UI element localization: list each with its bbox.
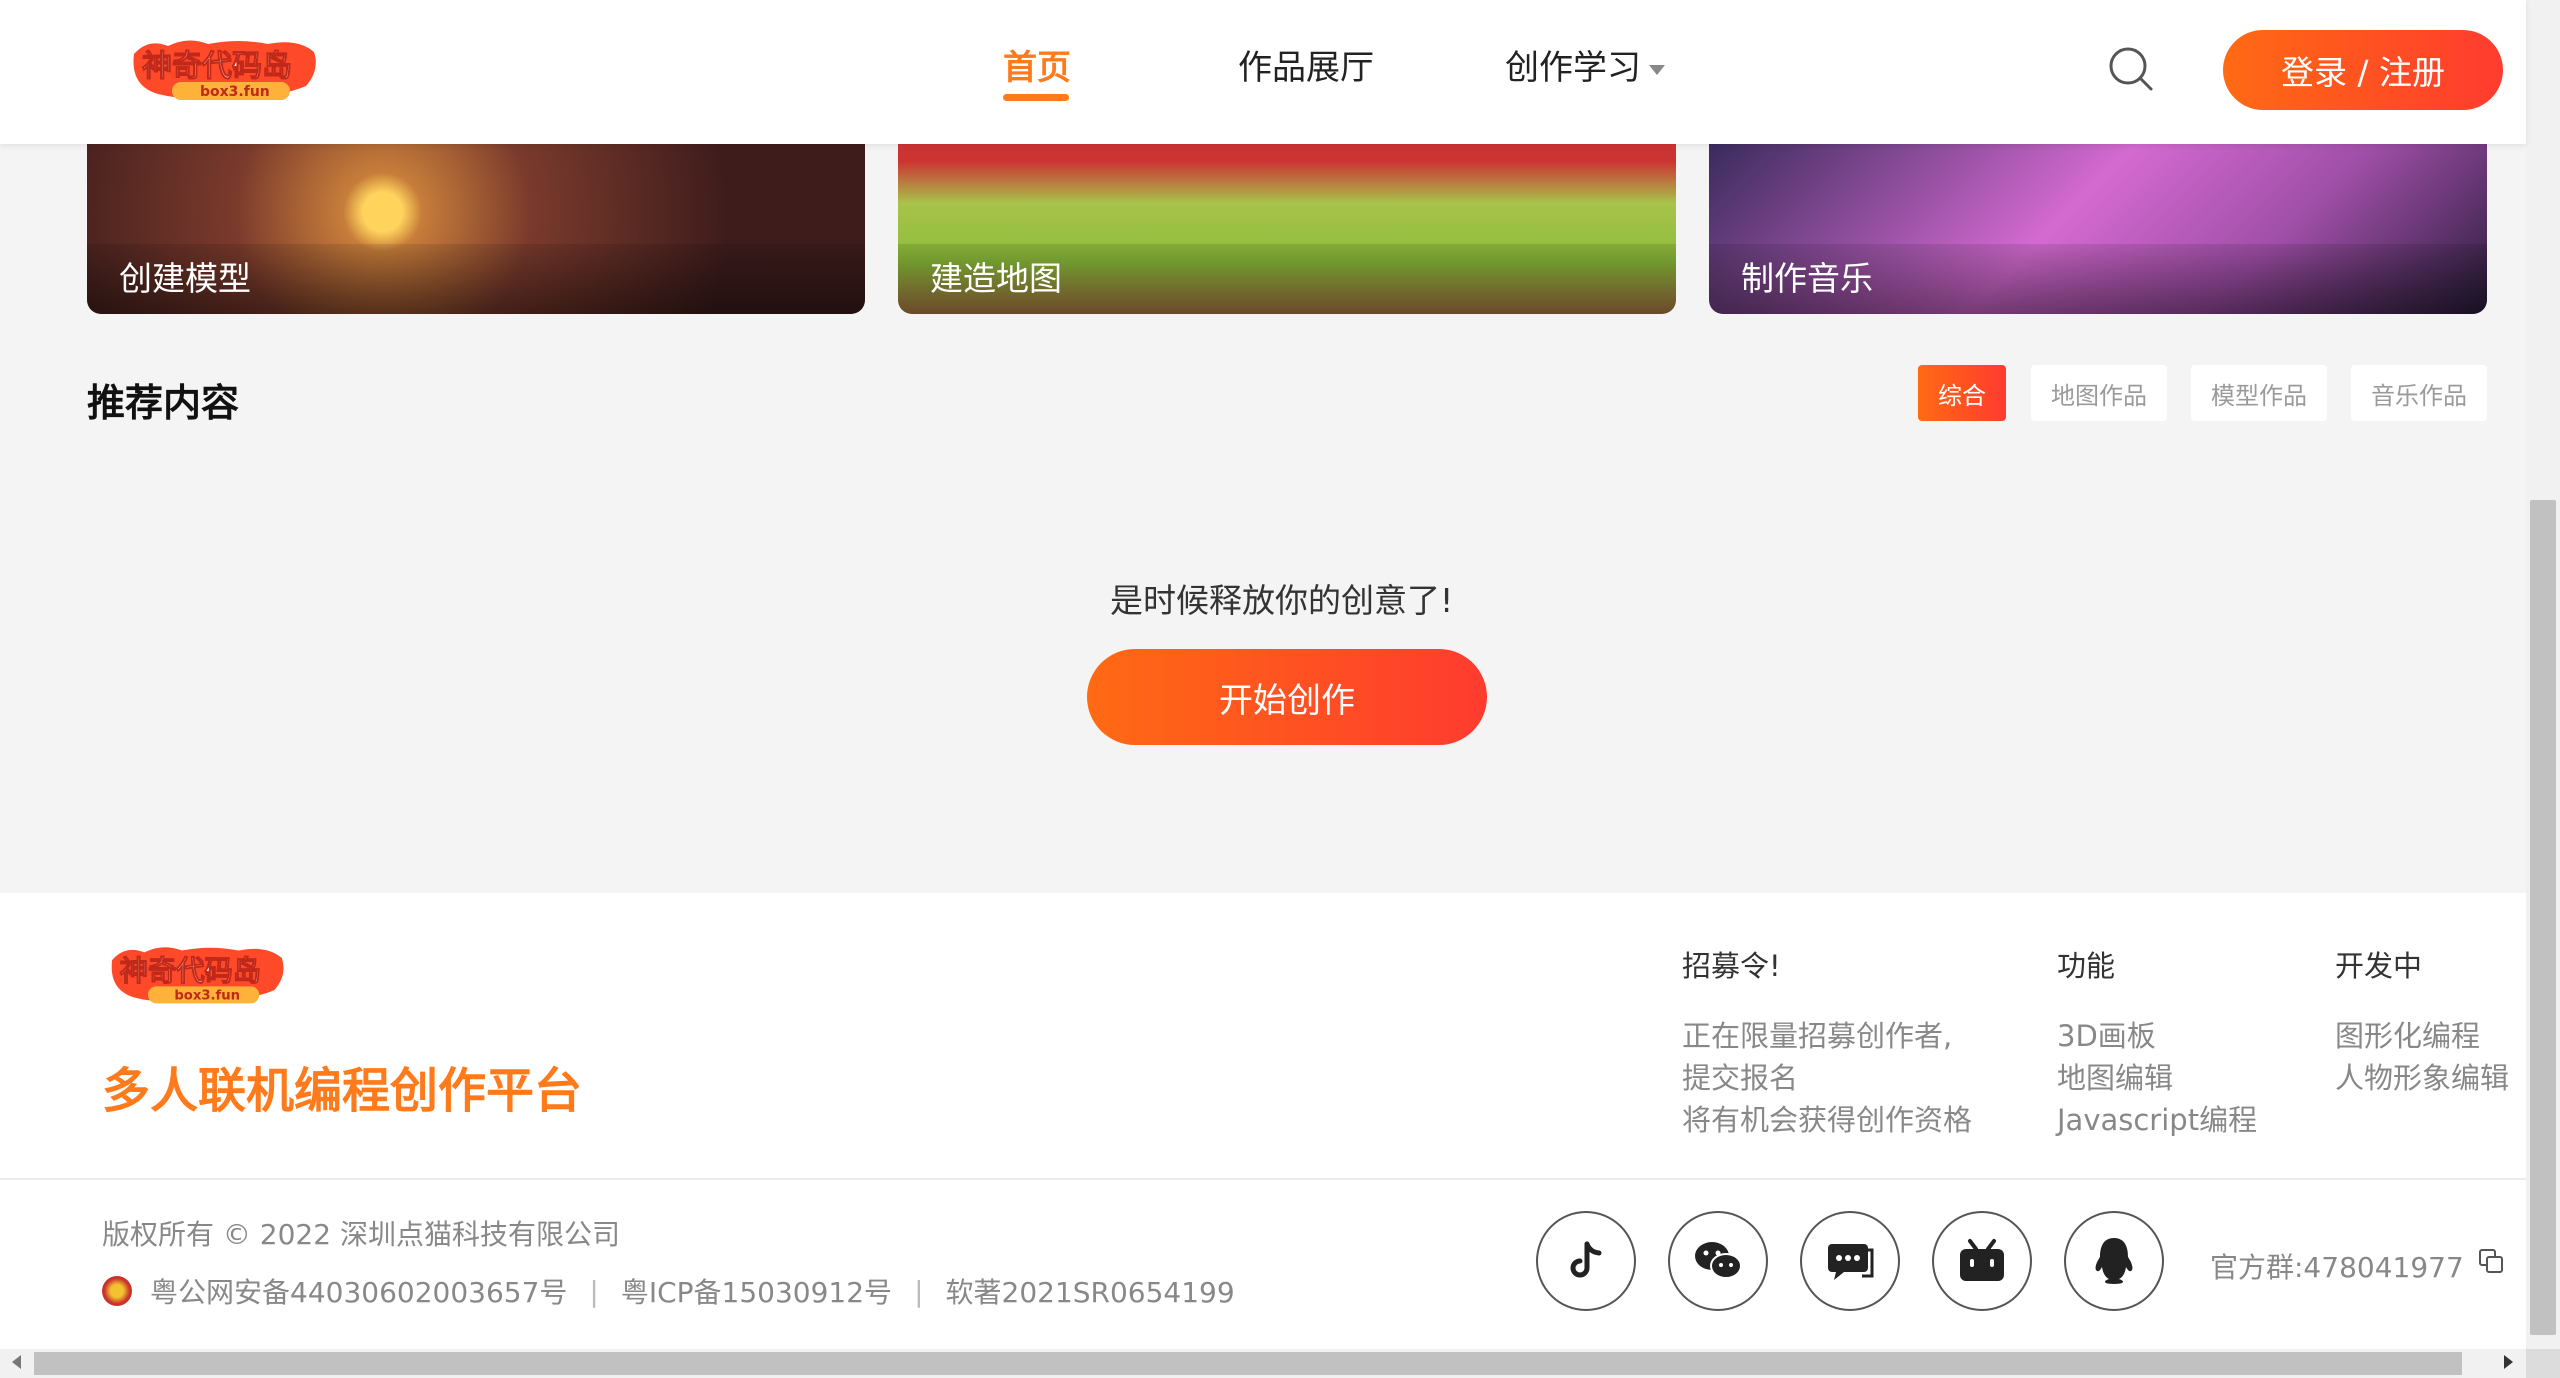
footer-col-features: 功能 3D画板 地图编辑 Javascript编程 <box>2057 943 2257 1141</box>
start-creating-button[interactable]: 开始创作 <box>1087 649 1487 745</box>
empty-state-text: 是时候释放你的创意了! <box>1110 581 1454 620</box>
footer-link[interactable]: 图形化编程 <box>2335 1015 2509 1057</box>
chevron-down-icon <box>1649 64 1665 75</box>
footer-link[interactable]: 将有机会获得创作资格 <box>1682 1099 1972 1141</box>
footer-col-title: 开发中 <box>2335 949 2423 983</box>
horizontal-scrollbar-thumb[interactable] <box>34 1352 2462 1375</box>
svg-text:神奇代码岛: 神奇代码岛 <box>142 49 292 84</box>
tiktok-icon[interactable] <box>1536 1211 1636 1311</box>
search-icon[interactable] <box>2106 44 2156 94</box>
nav-learning[interactable]: 创作学习 <box>1505 40 1665 89</box>
card-build-map[interactable]: 建造地图 <box>898 144 1676 314</box>
tab-map-works[interactable]: 地图作品 <box>2031 365 2167 421</box>
footer-link[interactable]: Javascript编程 <box>2057 1099 2257 1141</box>
site-logo[interactable]: 神奇代码岛 box3.fun <box>128 36 320 106</box>
copyright-text: 版权所有 © 2022 深圳点猫科技有限公司 <box>102 1218 620 1251</box>
qq-icon[interactable] <box>2064 1211 2164 1311</box>
card-caption: 建造地图 <box>898 244 1676 314</box>
separator: | <box>589 1274 599 1308</box>
footer-link[interactable]: 地图编辑 <box>2057 1057 2257 1099</box>
feature-cards: 创建模型 建造地图 制作音乐 <box>87 144 2487 314</box>
card-label: 建造地图 <box>930 259 1062 298</box>
separator: | <box>914 1274 924 1308</box>
scroll-right-arrow-icon[interactable] <box>2504 1355 2513 1369</box>
tab-model-works[interactable]: 模型作品 <box>2191 365 2327 421</box>
top-navbar: 神奇代码岛 box3.fun 首页 作品展厅 创作学习 登录 / 注册 <box>0 0 2526 144</box>
nav-gallery[interactable]: 作品展厅 <box>1238 40 1374 89</box>
footer-link[interactable]: 正在限量招募创作者, <box>1682 1015 1972 1057</box>
tab-music-works[interactable]: 音乐作品 <box>2351 365 2487 421</box>
nav-active-indicator <box>1003 94 1069 101</box>
record-software: 软著2021SR0654199 <box>945 1276 1235 1309</box>
records-bar: 粤公网安备44030602003657号 | 粤ICP备15030912号 | … <box>102 1271 1235 1311</box>
card-caption: 创建模型 <box>87 244 865 314</box>
scrollbar-corner <box>2526 1349 2560 1378</box>
footer-col-title: 功能 <box>2057 949 2116 983</box>
footer-link[interactable]: 人物形象编辑 <box>2335 1057 2509 1099</box>
svg-text:神奇代码岛: 神奇代码岛 <box>120 955 261 988</box>
footer-col-title: 招募令! <box>1682 949 1781 983</box>
record-public-security[interactable]: 粤公网安备44030602003657号 <box>150 1271 567 1311</box>
police-badge-icon <box>102 1276 132 1306</box>
svg-text:box3.fun: box3.fun <box>174 989 240 1004</box>
wechat-icon[interactable] <box>1668 1211 1768 1311</box>
footer-link[interactable]: 3D画板 <box>2057 1015 2257 1057</box>
footer-slogan: 多人联机编程创作平台 <box>102 1063 583 1119</box>
login-register-button[interactable]: 登录 / 注册 <box>2223 30 2503 110</box>
card-create-model[interactable]: 创建模型 <box>87 144 865 314</box>
footer: 神奇代码岛 box3.fun 多人联机编程创作平台 招募令! 正在限量招募创作者… <box>0 893 2526 1349</box>
footer-col-recruit: 招募令! 正在限量招募创作者, 提交报名 将有机会获得创作资格 <box>1682 943 1972 1141</box>
bilibili-icon[interactable] <box>1932 1211 2032 1311</box>
record-icp[interactable]: 粤ICP备15030912号 <box>621 1271 892 1311</box>
tab-all[interactable]: 综合 <box>1918 365 2006 421</box>
svg-text:box3.fun: box3.fun <box>200 84 270 100</box>
card-label: 制作音乐 <box>1741 259 1873 298</box>
nav-home[interactable]: 首页 <box>1003 40 1071 89</box>
footer-divider <box>0 1178 2526 1180</box>
section-title: 推荐内容 <box>87 381 240 425</box>
footer-col-developing: 开发中 图形化编程 人物形象编辑 <box>2335 943 2509 1099</box>
footer-link[interactable]: 提交报名 <box>1682 1057 1972 1099</box>
nav-learning-label: 创作学习 <box>1505 48 1641 88</box>
scroll-left-arrow-icon[interactable] <box>12 1355 21 1369</box>
card-caption: 制作音乐 <box>1709 244 2487 314</box>
official-group-text: 官方群:478041977 <box>2210 1251 2464 1284</box>
card-make-music[interactable]: 制作音乐 <box>1709 144 2487 314</box>
footer-logo[interactable]: 神奇代码岛 box3.fun <box>102 943 292 1009</box>
chat-icon[interactable] <box>1800 1211 1900 1311</box>
copy-icon[interactable] <box>2478 1248 2504 1274</box>
card-label: 创建模型 <box>119 259 251 298</box>
vertical-scrollbar-thumb[interactable] <box>2530 500 2556 1335</box>
